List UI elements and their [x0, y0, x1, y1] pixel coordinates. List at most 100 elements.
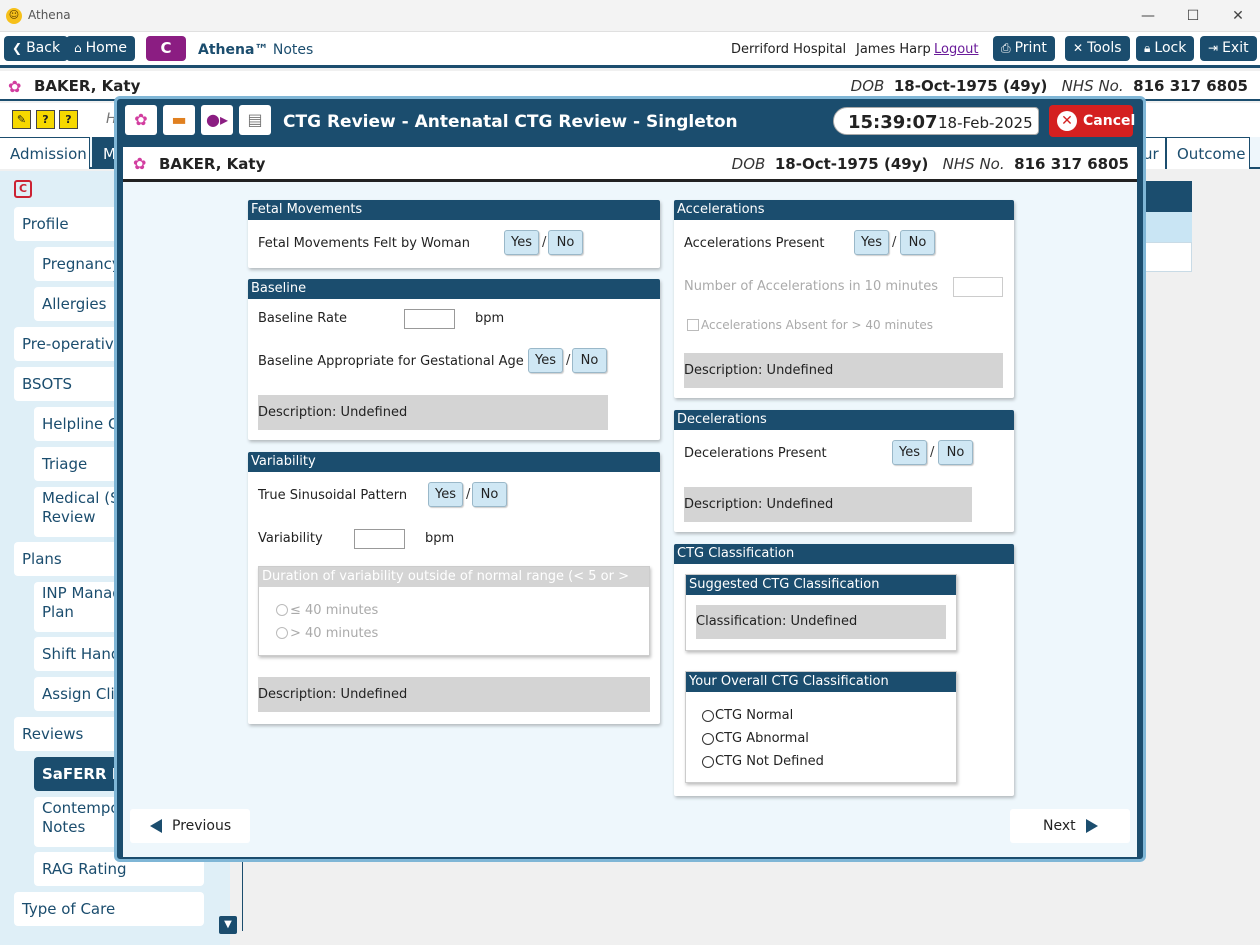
- clock-time: 15:39:07: [848, 112, 938, 133]
- medication-icon[interactable]: ▬: [163, 105, 195, 135]
- accelerations-absent-checkbox[interactable]: [687, 319, 699, 331]
- decelerations-no-button[interactable]: No: [938, 440, 973, 465]
- modal-patient-banner: ✿ BAKER, Katy DOB 18-Oct-1975 (49y) NHS …: [123, 147, 1137, 182]
- baseline-rate-label: Baseline Rate: [258, 311, 348, 326]
- c-badge-button[interactable]: C: [146, 36, 186, 61]
- baseline-yes-button[interactable]: Yes: [528, 348, 563, 373]
- dob-value: 18-Oct-1975 (49y): [893, 77, 1048, 95]
- suggested-ctg-value: Classification: Undefined: [696, 605, 946, 639]
- baseline-header: Baseline: [248, 279, 660, 299]
- patient-dob-nhs: DOB 18-Oct-1975 (49y) NHS No. 816 317 68…: [851, 77, 1248, 95]
- user-name: James Harp: [856, 42, 931, 57]
- ctg-not-defined-radio[interactable]: [702, 756, 714, 768]
- athena-app-icon: ☺: [6, 8, 22, 24]
- ctg-classification-panel: CTG Classification Suggested CTG Classif…: [674, 544, 1014, 796]
- athena-notes-brand: Athena™ Notes: [198, 42, 313, 58]
- help-icon-2[interactable]: ?: [59, 110, 78, 129]
- logout-link[interactable]: Logout: [934, 42, 979, 57]
- slash: /: [930, 445, 935, 460]
- tab-admission[interactable]: Admission: [0, 137, 90, 169]
- sinusoidal-label: True Sinusoidal Pattern: [258, 488, 408, 503]
- patient-name: BAKER, Katy: [34, 77, 141, 95]
- decelerations-yes-button[interactable]: Yes: [892, 440, 927, 465]
- fetal-no-button[interactable]: No: [548, 230, 583, 255]
- close-window-button[interactable]: ✕: [1216, 4, 1260, 28]
- notes-icon[interactable]: ▤: [239, 105, 271, 135]
- bg-table-header: [1140, 181, 1192, 212]
- accelerations-present-label: Accelerations Present: [684, 236, 825, 251]
- duration-gt40-radio[interactable]: [276, 627, 288, 639]
- scroll-down-icon[interactable]: ▼: [219, 916, 237, 934]
- accelerations-description: Description: Undefined: [684, 353, 1003, 388]
- suggested-ctg-header: Suggested CTG Classification: [686, 575, 956, 595]
- baseline-panel: Baseline Baseline Rate bpm Baseline Appr…: [248, 279, 660, 440]
- tools-button[interactable]: ✕ Tools: [1065, 36, 1130, 61]
- bg-table-row-selected: [1140, 212, 1192, 242]
- ctg-classification-header: CTG Classification: [674, 544, 1014, 564]
- decelerations-present-label: Decelerations Present: [684, 446, 827, 461]
- lock-label: Lock: [1154, 40, 1187, 56]
- hospital-name: Derriford Hospital: [731, 42, 847, 57]
- fetal-felt-label: Fetal Movements Felt by Woman: [258, 236, 470, 251]
- cancel-button[interactable]: ✕ Cancel: [1049, 105, 1136, 137]
- accelerations-header: Accelerations: [674, 200, 1014, 220]
- back-button[interactable]: ❮ Back: [4, 36, 69, 61]
- maximize-button[interactable]: ☐: [1171, 4, 1215, 28]
- variability-input[interactable]: [354, 529, 405, 549]
- decelerations-description: Description: Undefined: [684, 487, 972, 522]
- duration-header: Duration of variability outside of norma…: [259, 567, 649, 604]
- baseline-rate-input[interactable]: [404, 309, 455, 329]
- slash: /: [566, 353, 571, 368]
- dob-value: 18-Oct-1975 (49y): [774, 155, 929, 173]
- modal-patient-name: BAKER, Katy: [159, 155, 266, 173]
- sinusoidal-yes-button[interactable]: Yes: [428, 482, 463, 507]
- ctg-abnormal-radio[interactable]: [702, 733, 714, 745]
- window-titlebar: ☺ Athena — ☐ ✕: [0, 0, 1260, 32]
- help-icon[interactable]: ?: [36, 110, 55, 129]
- exit-button[interactable]: ⇥ Exit: [1200, 36, 1257, 61]
- flower-icon[interactable]: ✿: [125, 105, 157, 135]
- nhs-value: 816 317 6805: [1133, 77, 1248, 95]
- lock-button[interactable]: 🔒︎ Lock: [1136, 36, 1195, 61]
- print-button[interactable]: ⎙ Print: [993, 36, 1055, 61]
- flower-icon: ✿: [8, 77, 22, 96]
- ctg-abnormal-label: CTG Abnormal: [715, 731, 809, 746]
- previous-button[interactable]: Previous: [130, 809, 250, 843]
- nav-type-of-care[interactable]: Type of Care: [14, 892, 204, 926]
- fetal-yes-button[interactable]: Yes: [504, 230, 539, 255]
- accelerations-absent-label: Accelerations Absent for > 40 minutes: [701, 318, 934, 332]
- bg-table-row: [1140, 242, 1192, 272]
- c-logo-icon: C: [14, 180, 32, 198]
- home-button[interactable]: ⌂ Home: [66, 36, 135, 61]
- sinusoidal-no-button[interactable]: No: [472, 482, 507, 507]
- next-button[interactable]: Next: [1010, 809, 1130, 843]
- ctg-normal-label: CTG Normal: [715, 708, 794, 723]
- duration-le40-radio[interactable]: [276, 604, 288, 616]
- slash: /: [466, 487, 471, 502]
- accelerations-yes-button[interactable]: Yes: [854, 230, 889, 255]
- baseline-no-button[interactable]: No: [572, 348, 607, 373]
- modal-title: CTG Review - Antenatal CTG Review - Sing…: [283, 112, 738, 132]
- accelerations-panel: Accelerations Accelerations Present Yes …: [674, 200, 1014, 398]
- variability-panel: Variability True Sinusoidal Pattern Yes …: [248, 452, 660, 724]
- cancel-label: Cancel: [1083, 113, 1136, 129]
- minimize-button[interactable]: —: [1126, 4, 1170, 28]
- duration-le40-label: ≤ 40 minutes: [290, 603, 379, 618]
- modal-patient-dob-nhs: DOB 18-Oct-1975 (49y) NHS No. 816 317 68…: [732, 155, 1129, 173]
- mother-baby-icon[interactable]: ●▸: [201, 105, 233, 135]
- window-title: Athena: [28, 8, 71, 22]
- fetal-movements-panel: Fetal Movements Fetal Movements Felt by …: [248, 200, 660, 268]
- variability-description: Description: Undefined: [258, 677, 650, 712]
- ctg-normal-radio[interactable]: [702, 710, 714, 722]
- flower-icon: ✿: [133, 154, 147, 173]
- notes-help-icon[interactable]: ✎: [12, 110, 31, 129]
- variability-label: Variability: [258, 531, 323, 546]
- next-arrow-icon: [1085, 819, 1098, 833]
- accelerations-no-button[interactable]: No: [900, 230, 935, 255]
- fetal-movements-header: Fetal Movements: [248, 200, 660, 220]
- accelerations-number-input[interactable]: [953, 277, 1003, 297]
- dob-label: DOB: [850, 77, 885, 95]
- brand-name: Athena™: [198, 42, 269, 58]
- tools-label: Tools: [1087, 40, 1122, 56]
- tab-outcome[interactable]: Outcome: [1166, 137, 1250, 169]
